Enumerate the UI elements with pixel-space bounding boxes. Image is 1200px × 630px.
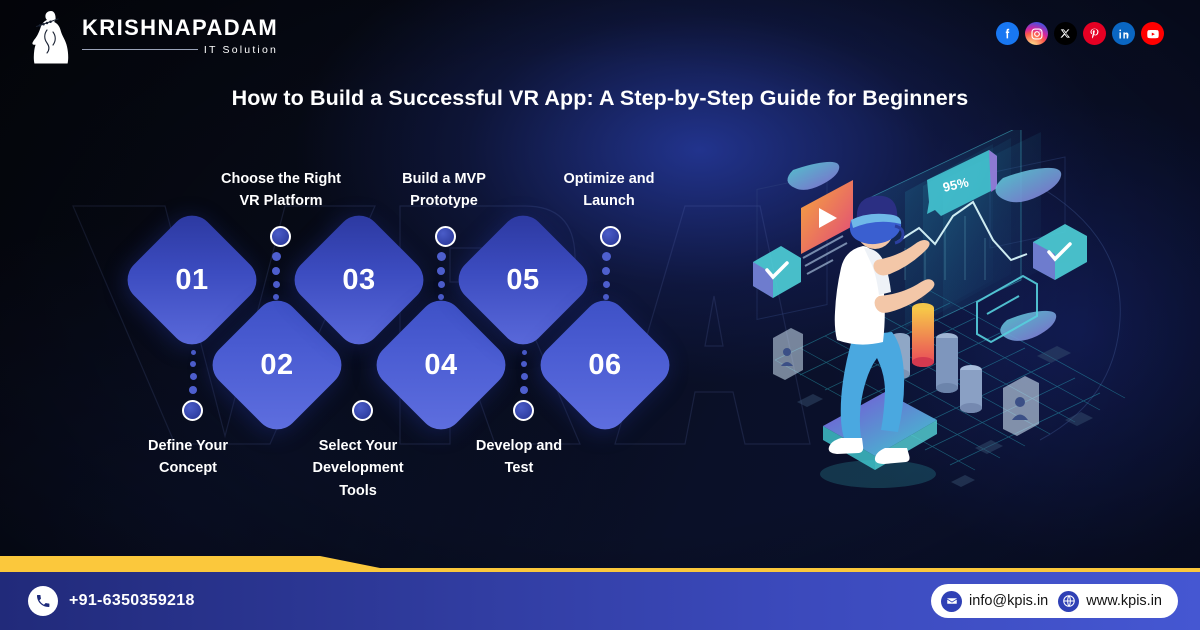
email-text: info@kpis.in [969, 593, 1049, 609]
social-links [996, 22, 1164, 45]
website-text: www.kpis.in [1086, 593, 1162, 609]
steps-diagram: Choose the Right VR Platform Build a MVP… [0, 0, 790, 630]
step-marker-06[interactable] [600, 226, 621, 247]
youtube-icon[interactable] [1141, 22, 1164, 45]
phone-icon [28, 586, 58, 616]
x-twitter-icon[interactable] [1054, 22, 1077, 45]
footer-phone[interactable]: +91-6350359218 [28, 586, 195, 616]
instagram-icon[interactable] [1025, 22, 1048, 45]
infographic-canvas: KRISHNAPADAM IT Solution How to Build a … [0, 0, 1200, 630]
step-marker-04[interactable] [435, 226, 456, 247]
step-label-03: Select Your Development Tools [312, 438, 404, 499]
phone-number: +91-6350359218 [69, 592, 195, 609]
step-node-06[interactable]: 06 [531, 291, 679, 439]
footer-contact-pill: info@kpis.in www.kpis.in [931, 584, 1178, 618]
facebook-icon[interactable] [996, 22, 1019, 45]
step-marker-02[interactable] [270, 226, 291, 247]
connector-dots-01 [188, 340, 198, 409]
pinterest-icon[interactable] [1083, 22, 1106, 45]
connector-dots-05 [519, 340, 529, 409]
footer-website[interactable]: www.kpis.in [1058, 590, 1162, 612]
step-label-06: Optimize and Launch [563, 171, 655, 210]
linkedin-icon[interactable] [1112, 22, 1135, 45]
step-marker-01[interactable] [182, 400, 203, 421]
page-footer: +91-6350359218 info@kpis.in www.kpis.in [0, 572, 1200, 630]
step-label-01: Define Your Concept [147, 438, 229, 477]
footer-email[interactable]: info@kpis.in [941, 590, 1049, 612]
step-marker-05[interactable] [513, 400, 534, 421]
step-marker-03[interactable] [352, 400, 373, 421]
step-label-02: Choose the Right VR Platform [220, 171, 342, 210]
envelope-icon [941, 590, 963, 612]
globe-icon [1058, 590, 1080, 612]
step-label-05: Develop and Test [475, 438, 563, 477]
vr-user-isometric-illustration: 95% [745, 130, 1175, 530]
step-number-06: 06 [588, 348, 622, 381]
step-label-04: Build a MVP Prototype [402, 171, 486, 210]
